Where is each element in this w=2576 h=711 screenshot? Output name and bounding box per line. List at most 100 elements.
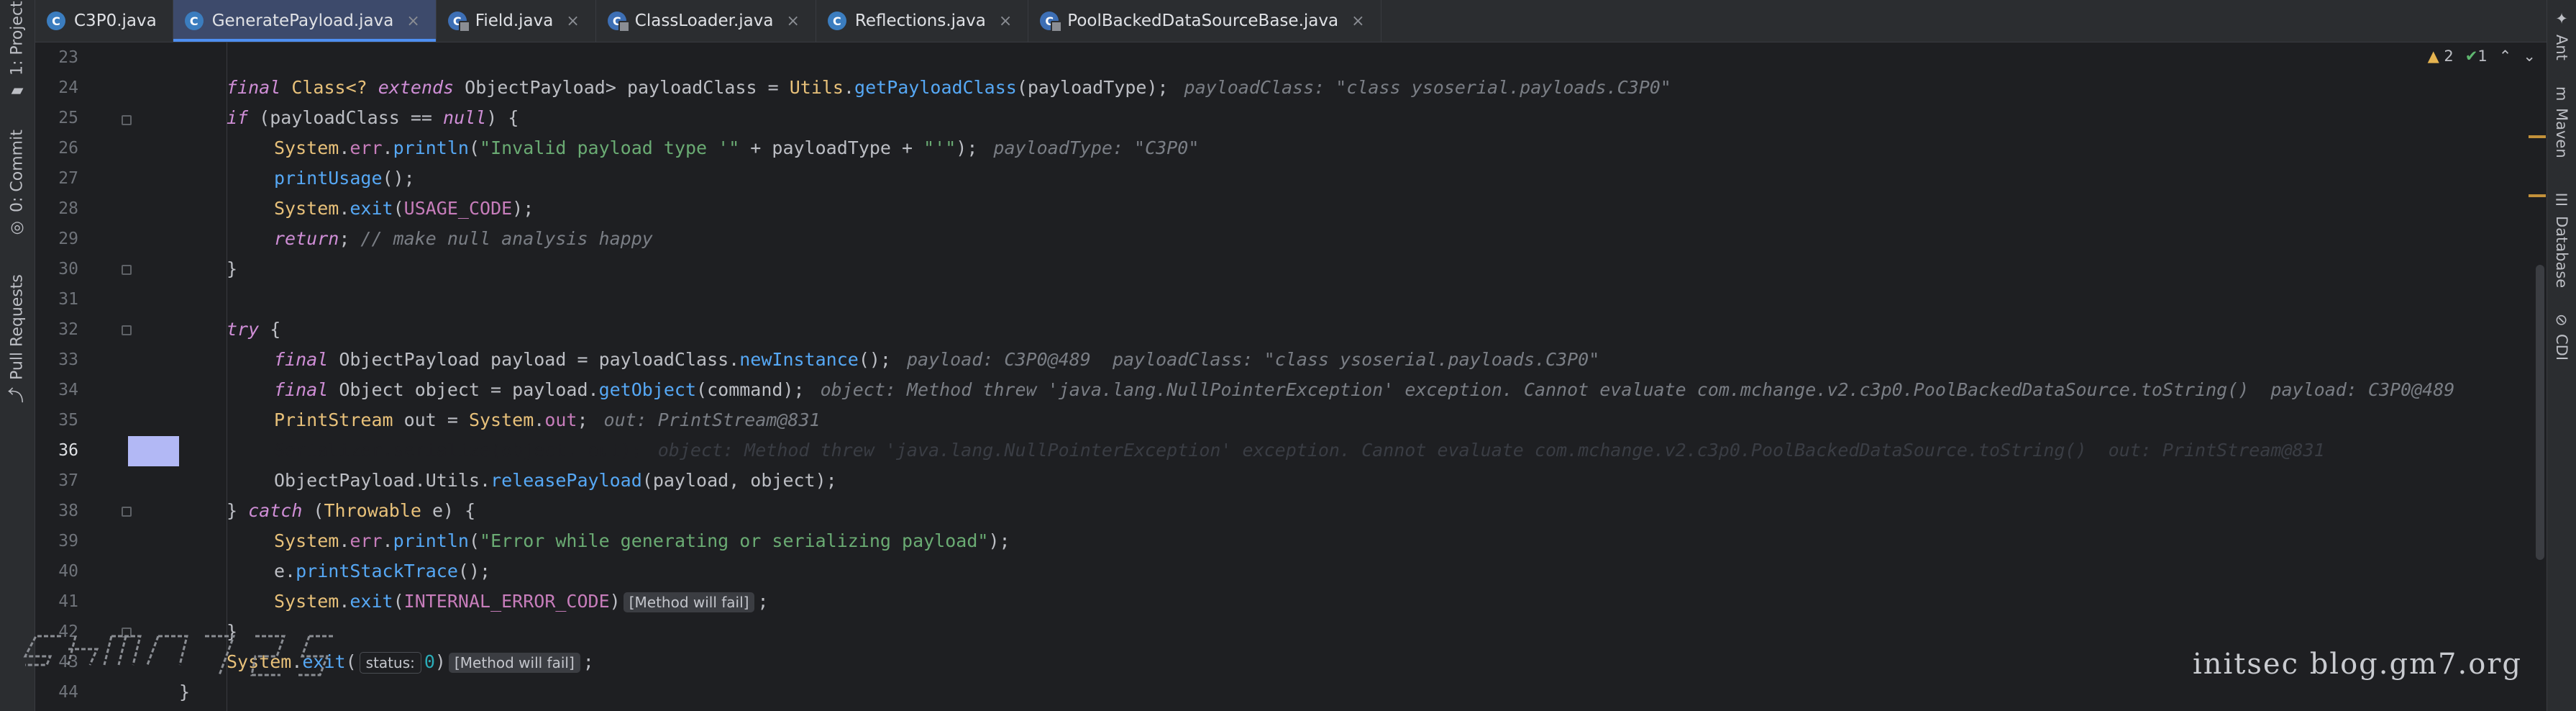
cdi-tool-tab[interactable]: ⊘ CDI xyxy=(2550,314,2573,371)
tab-classloader[interactable]: C ClassLoader.java × xyxy=(596,0,816,42)
line-number[interactable]: 28 xyxy=(35,194,78,224)
fold-marker-icon[interactable] xyxy=(122,265,132,275)
pull-requests-tool-label: Pull Requests xyxy=(8,274,27,380)
close-icon[interactable]: × xyxy=(786,12,799,30)
tab-reflections[interactable]: C Reflections.java × xyxy=(816,0,1029,42)
inline-debug-value: payloadType: "C3P0" xyxy=(993,137,1200,158)
code-line-32: try { xyxy=(227,319,281,340)
code-line-33: final ObjectPayload payload = payloadCla… xyxy=(274,349,1600,370)
vertical-scrollbar[interactable] xyxy=(2536,265,2544,560)
fold-marker-icon[interactable] xyxy=(122,325,132,335)
code-line-39: System.err.println("Error while generati… xyxy=(274,530,1010,551)
code-editor[interactable]: final Class<? extends ObjectPayload> pay… xyxy=(179,42,2547,711)
code-line-25: if (payloadClass == null) { xyxy=(227,107,519,128)
close-icon[interactable]: × xyxy=(566,12,579,30)
database-tool-tab[interactable]: ☰ Database xyxy=(2550,191,2573,292)
fold-marker-icon[interactable] xyxy=(122,115,132,125)
ant-tool-tab[interactable]: ✦ Ant xyxy=(2550,10,2573,60)
code-line-34: final Object object = payload.getObject(… xyxy=(274,379,2455,400)
method-will-fail-hint: [Method will fail] xyxy=(448,653,580,673)
warning-stripe-marker[interactable] xyxy=(2529,135,2546,138)
inline-debug-value: payloadClass: "class ysoserial.payloads.… xyxy=(1184,77,1671,98)
line-number[interactable]: 29 xyxy=(35,224,78,254)
tab-label: Field.java xyxy=(475,12,554,30)
java-class-icon: C xyxy=(827,12,846,30)
parameter-name-hint: status: xyxy=(359,652,421,674)
commit-icon: ◎ xyxy=(8,219,27,237)
inline-debug-value: out: PrintStream@831 xyxy=(603,409,821,430)
line-number[interactable]: 40 xyxy=(35,556,78,587)
chevron-down-icon[interactable]: ⌄ xyxy=(2523,47,2536,65)
code-line-26: System.err.println("Invalid payload type… xyxy=(274,137,1200,158)
fold-marker-icon[interactable] xyxy=(122,507,132,517)
tab-field[interactable]: C Field.java × xyxy=(437,0,596,42)
warning-icon: ▲ xyxy=(2427,47,2439,65)
pull-requests-tool-tab[interactable]: ⤴ Pull Requests xyxy=(4,273,30,403)
code-line-40: e.printStackTrace(); xyxy=(274,561,491,581)
tab-label: Reflections.java xyxy=(854,12,986,30)
tab-label: C3P0.java xyxy=(74,12,157,30)
inline-debug-value: object: Method threw 'java.lang.NullPoin… xyxy=(657,440,2325,461)
line-number[interactable]: 37 xyxy=(35,466,78,496)
database-icon: ☰ xyxy=(2553,191,2570,209)
tab-generatepayload[interactable]: C GeneratePayload.java × xyxy=(173,0,437,42)
code-line-27: printUsage(); xyxy=(274,168,415,189)
line-number[interactable]: 34 xyxy=(35,375,78,405)
line-number[interactable]: 30 xyxy=(35,254,78,284)
line-number[interactable]: 35 xyxy=(35,405,78,435)
close-icon[interactable]: × xyxy=(406,12,419,30)
editor-tab-bar: C C3P0.java C GeneratePayload.java × C F… xyxy=(35,0,2547,42)
gm7-logo xyxy=(23,635,334,676)
line-number[interactable]: 38 xyxy=(35,496,78,526)
line-number[interactable]: 24 xyxy=(35,73,78,103)
line-number[interactable]: 23 xyxy=(35,42,78,73)
inspection-indicators[interactable]: ▲ 2 ✔1 ⌃ ⌄ xyxy=(2428,47,2536,65)
line-number[interactable]: 27 xyxy=(35,163,78,194)
java-class-icon: C xyxy=(47,12,65,30)
method-will-fail-hint: [Method will fail] xyxy=(623,592,755,612)
line-number[interactable]: 33 xyxy=(35,345,78,375)
maven-tool-label: Maven xyxy=(2553,108,2570,159)
line-number[interactable]: 25 xyxy=(35,103,78,133)
ant-icon: ✦ xyxy=(2553,10,2570,27)
maven-icon: m xyxy=(2553,86,2570,101)
warning-count[interactable]: ▲ 2 xyxy=(2428,47,2454,65)
close-icon[interactable]: × xyxy=(1351,12,1364,30)
line-number[interactable]: 32 xyxy=(35,314,78,345)
cdi-icon: ⊘ xyxy=(2553,314,2570,327)
code-line-41: System.exit(INTERNAL_ERROR_CODE) [Method … xyxy=(274,591,769,612)
code-line-37: ObjectPayload.Utils.releasePayload(paylo… xyxy=(274,470,837,491)
java-class-icon: C xyxy=(184,12,204,30)
database-tool-label: Database xyxy=(2553,216,2570,289)
line-number[interactable]: 31 xyxy=(35,284,78,314)
line-number[interactable]: 26 xyxy=(35,133,78,163)
project-tool-label: 1: Project xyxy=(8,1,27,76)
line-number[interactable]: 36 xyxy=(35,435,78,466)
tab-label: ClassLoader.java xyxy=(634,12,774,30)
line-number[interactable]: 41 xyxy=(35,587,78,617)
check-count[interactable]: ✔1 xyxy=(2465,47,2488,65)
commit-tool-label: 0: Commit xyxy=(8,130,27,212)
tab-label: GeneratePayload.java xyxy=(211,12,394,30)
code-line-38: } catch (Throwable e) { xyxy=(227,500,476,521)
close-icon[interactable]: × xyxy=(999,12,1012,30)
left-tool-strip: ▰ 1: Project ◎ 0: Commit ⤴ Pull Requests xyxy=(0,0,35,711)
tab-poolbackeddatasourcebase[interactable]: C PoolBackedDataSourceBase.java × xyxy=(1028,0,1381,42)
maven-tool-tab[interactable]: m Maven xyxy=(2550,86,2573,166)
tab-label: PoolBackedDataSourceBase.java xyxy=(1067,12,1339,30)
check-icon: ✔ xyxy=(2465,47,2478,65)
line-number[interactable]: 39 xyxy=(35,526,78,556)
commit-tool-tab[interactable]: ◎ 0: Commit xyxy=(4,130,30,237)
watermark: initsec blog.gm7.org xyxy=(2192,648,2522,681)
code-line-30: } xyxy=(227,258,238,279)
java-readonly-class-icon: C xyxy=(607,12,630,32)
warning-stripe-marker[interactable] xyxy=(2529,194,2546,197)
project-tool-tab[interactable]: ▰ 1: Project xyxy=(4,1,30,101)
java-readonly-class-icon: C xyxy=(447,12,470,32)
ant-tool-label: Ant xyxy=(2553,35,2570,60)
java-readonly-class-icon: C xyxy=(1040,12,1063,32)
chevron-up-icon[interactable]: ⌃ xyxy=(2499,47,2512,65)
tab-c3p0[interactable]: C C3P0.java xyxy=(35,0,173,42)
code-line-36: Serializer.serialize(object, out); object… xyxy=(274,440,2325,461)
inline-debug-value: payload: C3P0@489 payloadClass: "class y… xyxy=(906,349,1600,370)
